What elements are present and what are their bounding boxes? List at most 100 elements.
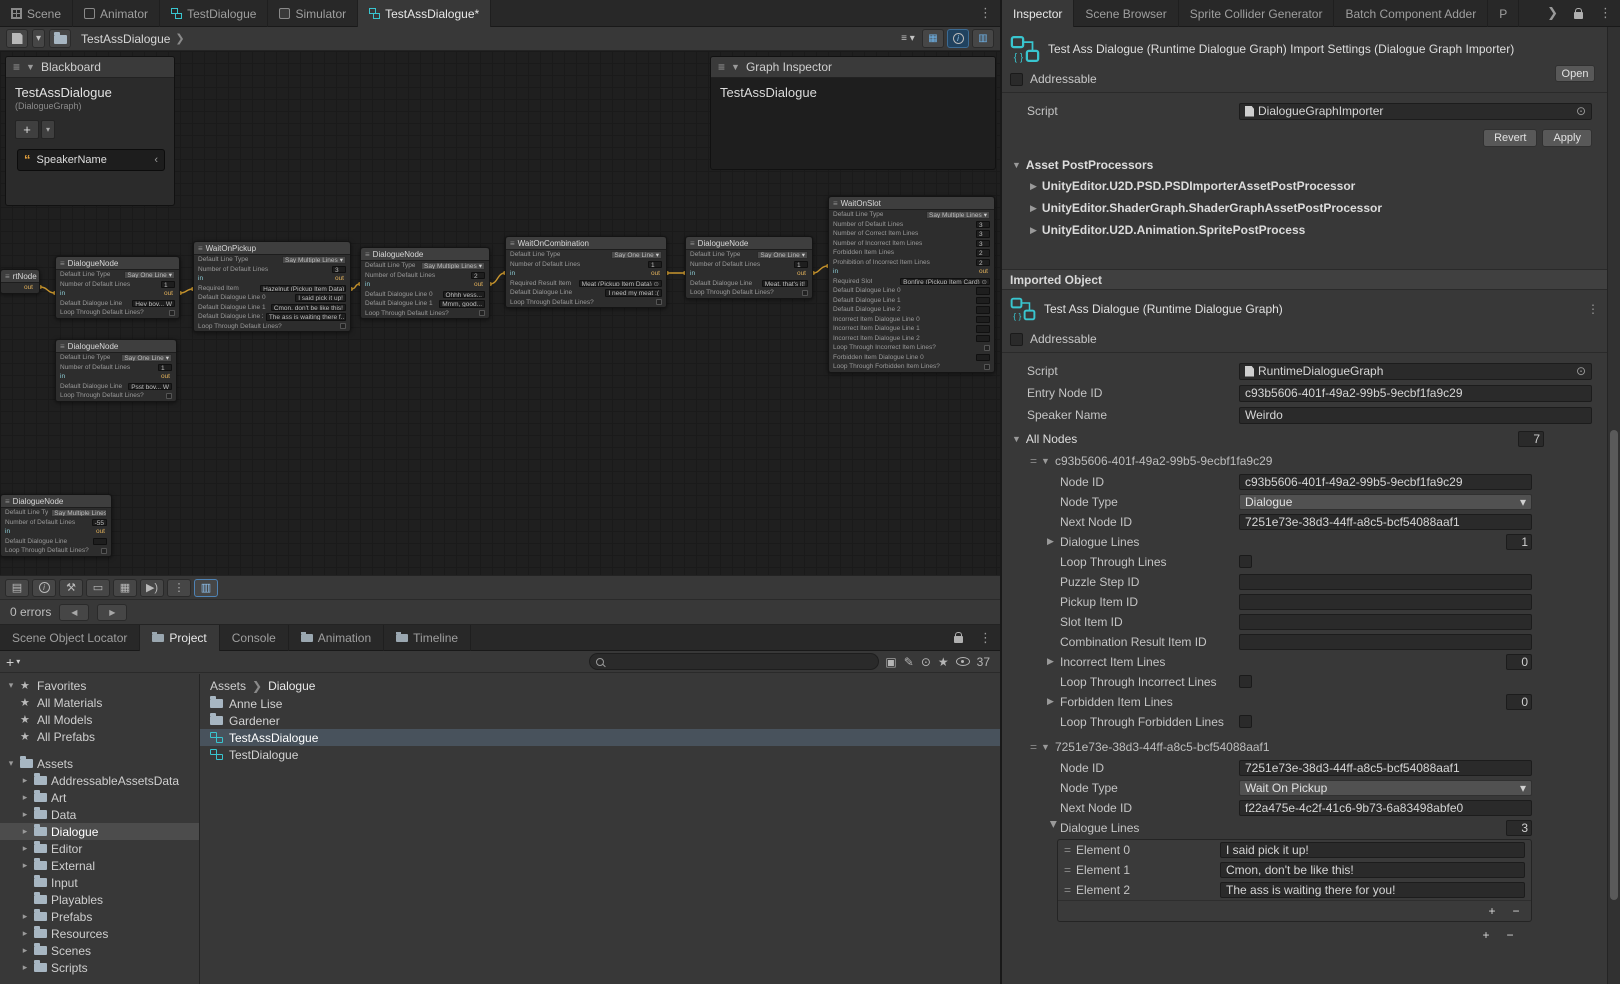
node-row[interactable]: in out — [686, 269, 812, 279]
remove-node-button[interactable]: − — [1503, 928, 1517, 942]
node-row[interactable]: Loop Through Default Lines? — [56, 308, 179, 318]
inspector-tab[interactable]: Sprite Collider Generator — [1179, 0, 1335, 27]
lock-icon[interactable] — [1566, 0, 1591, 26]
blackboard-property[interactable]: “ SpeakerName ‹ — [17, 149, 165, 171]
hamburger-icon[interactable]: ≡ — [13, 60, 20, 74]
node-row[interactable]: Forbidden Item Lines 2 — [829, 248, 994, 258]
node-row[interactable]: Default Dialogue Line 2 — [829, 305, 994, 315]
inspector-property-row[interactable]: ▶ Node Type Dialogue Dialogue — [1002, 492, 1607, 511]
blackboard-header[interactable]: ≡ ▼ Blackboard — [6, 57, 174, 78]
inspector-property-row[interactable]: ▶ Node Type Wait On Pickup Wait On Picku… — [1002, 778, 1607, 797]
editor-tab[interactable]: Simulator — [268, 0, 358, 27]
node-row[interactable]: Default Dialogue Line 0 — [829, 286, 994, 296]
node-row[interactable]: Default Dialogue Line I need my meat :( — [506, 288, 666, 298]
node-row[interactable]: Number of Default Lines 1 — [56, 280, 179, 290]
favorites-item[interactable]: ★ All Materials — [0, 694, 199, 711]
prev-error-button[interactable]: ◀ — [59, 604, 89, 621]
node-row[interactable]: out — [1, 283, 39, 293]
array-size-field[interactable]: 1 — [1506, 534, 1532, 550]
foldout-icon[interactable]: ▸ — [20, 860, 30, 871]
node-row[interactable]: Loop Through Default Lines? — [686, 288, 812, 298]
add-node-button[interactable]: + — [1479, 928, 1493, 942]
node-row[interactable]: Default Dialogue Line Psst boy... W — [56, 382, 176, 392]
chart-icon[interactable]: ▥ — [194, 579, 218, 597]
open-button[interactable]: Open — [1555, 65, 1595, 82]
kebab-menu-icon[interactable]: ⋮ — [971, 625, 1000, 650]
breadcrumb[interactable]: TestAssDialogue ❯ — [81, 32, 185, 46]
node-row[interactable]: Number of Default Lines 1 — [506, 260, 666, 270]
scrollbar-thumb[interactable] — [1610, 430, 1618, 900]
panel-tab[interactable]: Timeline — [384, 625, 471, 651]
inspector-property-row[interactable]: ▶ Node ID c93b5606-401f-49a2-99b5-9ecbf1… — [1002, 472, 1607, 491]
inspector-property-row[interactable]: ▶ Node ID 7251e73e-38d3-44ff-a8c5-bcf540… — [1002, 758, 1607, 777]
foldout-icon[interactable]: ▾ — [6, 680, 16, 691]
foldout-icon[interactable]: ▸ — [20, 792, 30, 803]
tree-item[interactable]: Input — [0, 874, 199, 891]
node-row[interactable]: Number of Incorrect Item Lines 3 — [829, 239, 994, 249]
foldout-icon[interactable]: ▾ — [6, 758, 16, 769]
node-row[interactable]: Default Line Type Say Multiple Lines — [194, 255, 350, 265]
entry-node-id-field[interactable]: c93b5606-401f-49a2-99b5-9ecbf1fa9c29 — [1239, 385, 1592, 402]
info-icon[interactable]: i — [32, 579, 56, 597]
node-row[interactable]: Default Dialogue Line 0 I said pick it u… — [194, 293, 350, 303]
foldout-icon[interactable]: ▸ — [20, 945, 30, 956]
tree-item[interactable]: ▸ External — [0, 857, 199, 874]
tree-item[interactable]: ▸ AddressableAssetsData — [0, 772, 199, 789]
node-row[interactable]: Default Line Type Say One Line — [56, 353, 176, 363]
object-picker-icon[interactable]: ⊙ — [1576, 364, 1586, 378]
graph-inspector-panel[interactable]: ≡ ▼ Graph Inspector TestAssDialogue — [710, 56, 996, 170]
node-row[interactable]: Number of Default Lines -55 — [1, 518, 111, 528]
node-row[interactable]: Default Line Type Say One Line — [506, 250, 666, 260]
blackboard-toggle-button[interactable]: i — [947, 29, 969, 48]
object-picker-icon[interactable]: ⊙ — [1576, 104, 1586, 118]
node-row[interactable]: Number of Default Lines 1 — [56, 363, 176, 373]
property-field[interactable] — [1239, 634, 1532, 650]
node-row[interactable]: Default Dialogue Line Hey boy... W — [56, 299, 179, 309]
favorites-item[interactable]: ★ All Prefabs — [0, 728, 199, 745]
inspector-property-row[interactable]: ▶ Puzzle Step ID — [1002, 572, 1607, 591]
property-dropdown[interactable]: Dialogue — [1239, 494, 1532, 510]
drag-handle-icon[interactable]: = — [1064, 883, 1070, 897]
blackboard-panel[interactable]: ≡ ▼ Blackboard TestAssDialogue (Dialogue… — [5, 56, 175, 206]
addressable-checkbox[interactable] — [1010, 333, 1023, 346]
node-row[interactable]: Default Line Type Say Multiple Lines — [1, 508, 111, 518]
node-row[interactable]: Number of Default Lines 1 — [686, 260, 812, 270]
graph-node-dialogue-2[interactable]: ≡DialogueNode Default Line Type Say One … — [55, 339, 177, 402]
graph-canvas[interactable]: ≡ ▼ Blackboard TestAssDialogue (Dialogue… — [0, 51, 1000, 575]
element-field[interactable]: Cmon, don't be like this! — [1220, 862, 1525, 878]
project-search[interactable] — [589, 653, 879, 670]
node-row[interactable]: Default Line Type Say One Line — [686, 250, 812, 260]
array-size-field[interactable]: 0 — [1506, 654, 1532, 670]
drag-handle-icon[interactable]: = — [1064, 863, 1070, 877]
node-row[interactable]: Required Slot Bonfire (Pickup Item Card) — [829, 277, 994, 287]
inspector-property-row[interactable]: ▶ Loop Through Lines — [1002, 552, 1607, 571]
assets-root[interactable]: ▾ Assets — [0, 755, 199, 772]
tree-item[interactable]: ▸ Editor — [0, 840, 199, 857]
inspector-property-row[interactable]: ▶ Dialogue Lines 3 — [1002, 818, 1607, 837]
console-list-icon[interactable]: ▤ — [5, 579, 29, 597]
node-foldout[interactable]: = ▼ c93b5606-401f-49a2-99b5-9ecbf1fa9c29 — [1002, 451, 1607, 471]
array-element-row[interactable]: = Element 2 The ass is waiting there for… — [1058, 880, 1531, 900]
kebab-menu-icon[interactable]: ⋮ — [971, 0, 1000, 26]
search-input[interactable] — [608, 656, 872, 668]
graph-node-dialogue-1[interactable]: ≡DialogueNode Default Line Type Say One … — [55, 256, 180, 319]
node-row[interactable]: Loop Through Default Lines? — [361, 309, 489, 319]
visibility-icon[interactable] — [956, 657, 970, 666]
node-row[interactable]: Default Dialogue Line 1 Mmm, good... — [361, 299, 489, 309]
tools-icon[interactable]: ⚒ — [59, 579, 83, 597]
node-row[interactable]: Default Line Type Say One Line — [56, 270, 179, 280]
search-by-label-icon[interactable]: ✎ — [904, 655, 914, 669]
node-row[interactable]: Number of Default Lines 3 — [194, 265, 350, 275]
inspector-property-row[interactable]: ▶ Combination Result Item ID — [1002, 632, 1607, 651]
breadcrumb-item[interactable]: TestAssDialogue — [81, 32, 170, 46]
apply-button[interactable]: Apply — [1542, 129, 1592, 147]
graph-inspector-toggle-button[interactable]: ▥ — [972, 29, 994, 48]
tree-item[interactable]: ▸ Dialogue — [0, 823, 199, 840]
next-error-button[interactable]: ▶ — [97, 604, 127, 621]
panel-tab[interactable]: Animation — [289, 625, 384, 651]
file-row[interactable]: TestDialogue — [200, 746, 1000, 763]
show-in-project-button[interactable] — [49, 29, 71, 48]
tree-item[interactable]: ▸ Scripts — [0, 959, 199, 976]
foldout-icon[interactable]: ▶ — [1048, 821, 1059, 834]
editor-tab[interactable]: Animator — [73, 0, 160, 27]
